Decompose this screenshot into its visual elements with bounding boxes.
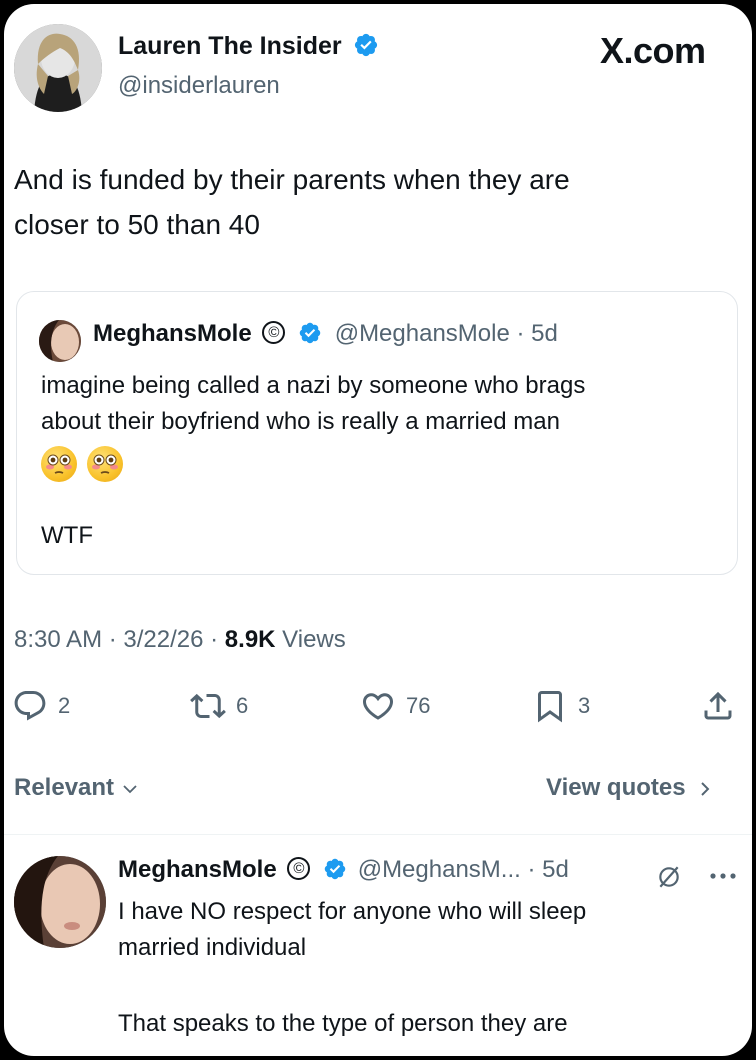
share-button[interactable] — [700, 688, 736, 724]
verified-badge-icon — [354, 34, 377, 57]
tweet-text-line1: And is funded by their parents when they… — [14, 164, 570, 195]
chevron-right-icon — [701, 781, 710, 796]
relevant-dropdown[interactable]: Relevant — [14, 774, 139, 802]
verified-badge-icon — [299, 322, 321, 343]
repost-count: 6 — [236, 693, 249, 718]
author-avatar[interactable] — [14, 24, 102, 112]
copyright-icon: © — [262, 321, 286, 345]
reply-text-line3: That speaks to the type of person they a… — [118, 1010, 568, 1037]
reply-author-avatar[interactable] — [14, 856, 106, 948]
tweet-meta: 8:30 AM · 3/22/26 · 8.9K Views — [14, 626, 346, 654]
view-quotes-label: View quotes — [546, 774, 686, 801]
verified-badge-icon — [324, 858, 346, 879]
chevron-down-icon — [123, 785, 137, 793]
tweet-text-line2: closer to 50 than 40 — [14, 209, 260, 240]
flushed-face-icon — [41, 446, 77, 482]
quoted-text-extra: WTF — [41, 522, 93, 549]
reply-handle-time: @MeghansM... · 5d — [357, 856, 569, 883]
share-icon — [704, 691, 732, 720]
reply-author-name[interactable]: MeghansMole — [118, 856, 277, 883]
quoted-text-line2: about their boyfriend who is really a ma… — [41, 408, 560, 435]
more-options-icon[interactable] — [708, 870, 738, 882]
repost-button[interactable]: 6 — [190, 688, 248, 724]
screenshot-frame: Lauren The Insider @insiderlauren X.com … — [4, 4, 752, 1056]
quoted-handle-time: @MeghansMole · 5d — [334, 320, 558, 347]
quoted-author-avatar — [39, 320, 81, 362]
repost-icon — [190, 693, 226, 719]
timestamp: 8:30 AM · 3/22/26 · — [14, 626, 225, 653]
reply-button[interactable]: 2 — [12, 688, 70, 724]
reply-text-line2: married individual — [118, 934, 307, 961]
site-label: X.com — [600, 30, 706, 71]
reply-text-line1: I have NO respect for anyone who will sl… — [118, 898, 587, 925]
like-count: 76 — [406, 693, 431, 718]
divider — [4, 834, 752, 835]
flushed-face-icon — [87, 446, 124, 482]
relevant-label: Relevant — [14, 774, 115, 801]
view-quotes-link[interactable]: View quotes — [546, 774, 714, 802]
bookmark-count: 3 — [578, 693, 591, 718]
bookmark-button[interactable]: 3 — [532, 688, 590, 724]
reply-icon — [14, 691, 46, 721]
reply-count: 2 — [58, 693, 71, 718]
flushed-emoji-row — [41, 446, 129, 487]
quoted-author-name: MeghansMole — [93, 320, 252, 347]
copyright-icon: © — [287, 857, 311, 881]
like-button[interactable]: 76 — [360, 688, 430, 724]
author-handle[interactable]: @insiderlauren — [118, 72, 280, 100]
views-count: 8.9K — [224, 626, 276, 653]
quoted-tweet-card[interactable]: MeghansMole © @MeghansMole · 5d imagine … — [16, 291, 738, 575]
views-label: Views — [275, 626, 346, 653]
heart-icon — [362, 693, 394, 720]
quoted-text-line1: imagine being called a nazi by someone w… — [41, 372, 586, 399]
author-name[interactable]: Lauren The Insider — [118, 32, 342, 60]
bookmark-icon — [538, 691, 562, 723]
grok-icon[interactable] — [656, 864, 682, 890]
